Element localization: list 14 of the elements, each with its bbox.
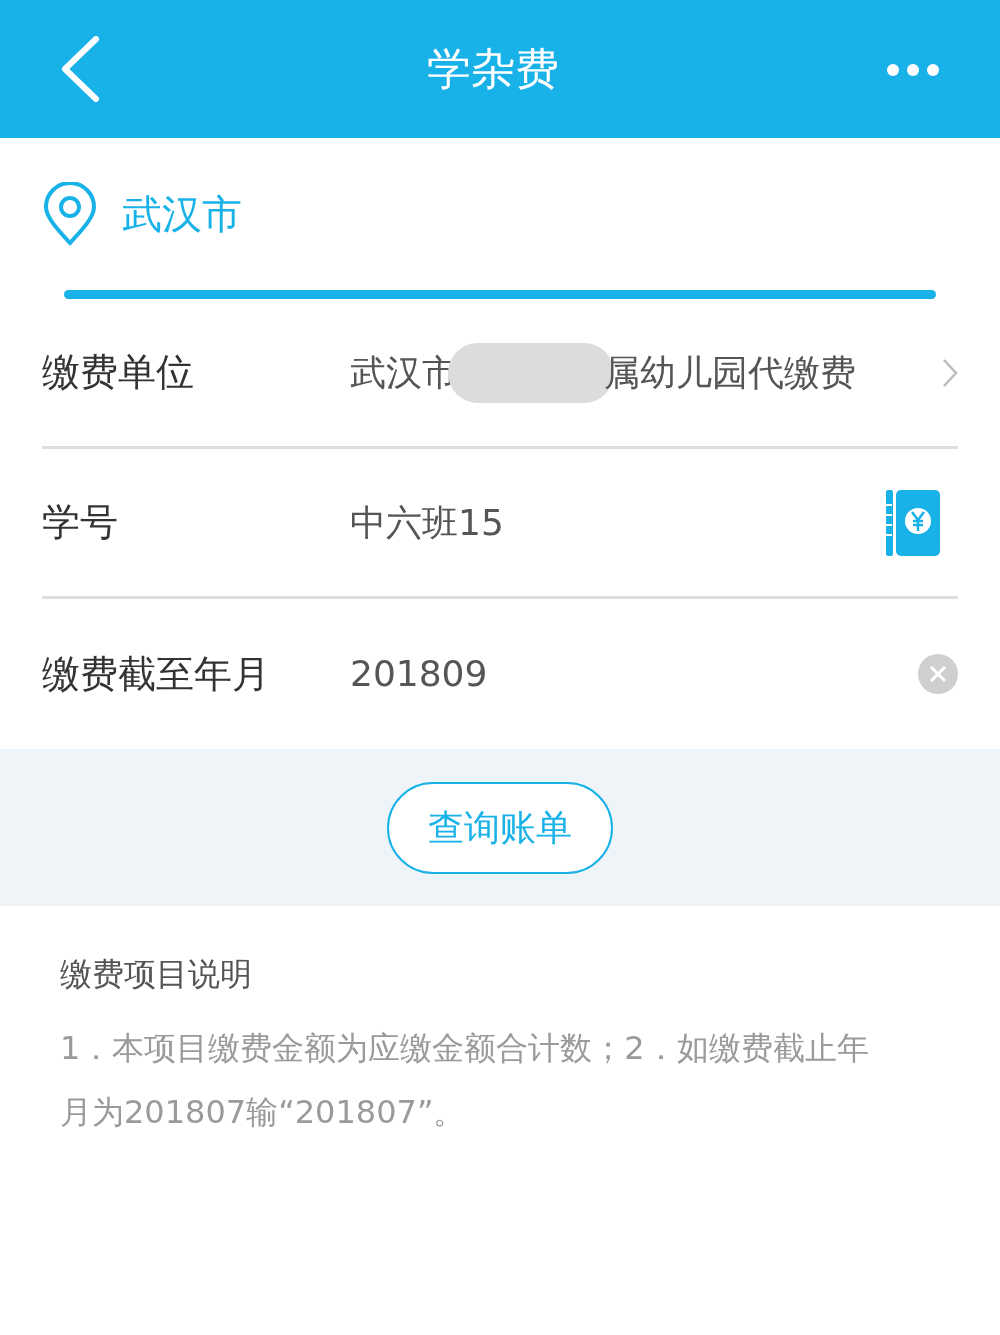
field-label: 缴费单位 [42,349,195,396]
field-label: 缴费截至年月 [42,650,271,698]
clear-icon[interactable] [918,654,958,694]
field-value[interactable]: 中六班15 [350,495,504,550]
chevron-right-icon[interactable] [942,357,958,388]
back-icon[interactable] [60,36,100,102]
location-pin-icon [42,182,98,246]
notes-title: 缴费项目说明 [60,954,253,995]
field-label: 学号 [42,499,119,546]
field-value: 属幼儿园代缴费 [604,350,856,395]
notes-text: 1．本项目缴费金额为应缴金额合计数；2．如缴费截止年月为201807输“201807”。 [60,1028,870,1133]
field-value[interactable]: 201809 [350,647,488,701]
ledger-book-icon[interactable] [884,488,942,557]
page-title: 学杂费 [427,42,559,96]
